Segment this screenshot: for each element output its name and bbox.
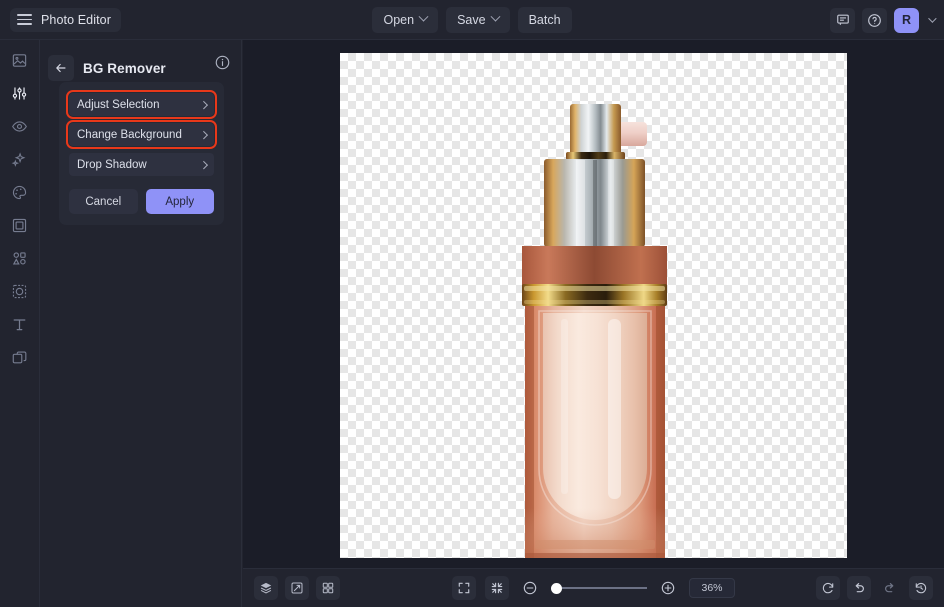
- sidebar-item-adjust[interactable]: [6, 81, 34, 105]
- back-button[interactable]: [48, 55, 74, 81]
- chevron-down-icon[interactable]: [419, 12, 429, 22]
- undo-button[interactable]: [847, 576, 871, 600]
- undo-icon: [852, 581, 866, 595]
- help-button[interactable]: [862, 8, 887, 33]
- zoom-in-button[interactable]: [656, 576, 680, 600]
- zoom-controls: 36%: [359, 576, 829, 600]
- hamburger-icon[interactable]: [17, 14, 32, 25]
- question-circle-icon: [867, 13, 882, 28]
- save-button[interactable]: Save: [446, 7, 510, 33]
- account-tools: R: [830, 0, 934, 40]
- history-icon: [914, 581, 928, 595]
- sidebar-item-image[interactable]: [6, 48, 34, 72]
- arrow-left-icon: [54, 61, 68, 75]
- menu-item-label: Adjust Selection: [77, 99, 159, 111]
- canvas-workspace[interactable]: [243, 40, 944, 568]
- photo-editor-app: Photo Editor Open Save Batch: [0, 0, 944, 607]
- app-menu-button[interactable]: Photo Editor: [10, 8, 121, 32]
- artboard[interactable]: [340, 53, 847, 558]
- chevron-down-icon[interactable]: [490, 12, 500, 22]
- zoom-in-icon: [660, 580, 676, 596]
- frame-icon: [11, 217, 28, 234]
- view-tools: [254, 576, 340, 600]
- cancel-button[interactable]: Cancel: [69, 189, 138, 214]
- eye-icon: [11, 118, 28, 135]
- cosmetic-bottle-illustration: [340, 53, 847, 558]
- text-icon: [11, 316, 28, 333]
- fullscreen-button[interactable]: [452, 576, 476, 600]
- panel-actions: Cancel Apply: [69, 189, 214, 214]
- zoom-slider-handle[interactable]: [551, 583, 562, 594]
- redo-icon: [883, 581, 897, 595]
- sidebar-item-layers[interactable]: [6, 345, 34, 369]
- grid-icon: [321, 581, 335, 595]
- layers-icon: [11, 349, 28, 366]
- image-icon: [11, 52, 28, 69]
- info-button[interactable]: [214, 54, 231, 76]
- product-image[interactable]: [340, 53, 847, 558]
- bg-remover-panel: BG Remover Adjust Selection Change Backg…: [40, 40, 242, 607]
- open-label: Open: [383, 13, 414, 27]
- feedback-button[interactable]: [830, 8, 855, 33]
- batch-label: Batch: [529, 13, 561, 27]
- chevron-right-icon: [199, 101, 207, 109]
- sidebar-item-ai-tools[interactable]: [6, 147, 34, 171]
- sidebar-item-cutout[interactable]: [6, 279, 34, 303]
- open-button[interactable]: Open: [372, 7, 438, 33]
- menu-item-adjust-selection[interactable]: Adjust Selection: [69, 93, 214, 116]
- batch-button[interactable]: Batch: [518, 7, 572, 33]
- history-controls: [816, 576, 933, 600]
- fit-screen-button[interactable]: [485, 576, 509, 600]
- zoom-level-value[interactable]: 36%: [689, 578, 735, 598]
- page-title: BG Remover: [83, 61, 166, 76]
- save-label: Save: [457, 13, 486, 27]
- menu-item-change-background[interactable]: Change Background: [69, 123, 214, 146]
- sparkles-icon: [11, 151, 28, 168]
- bg-remover-options-card: Adjust Selection Change Background Drop …: [59, 82, 224, 225]
- palette-icon: [11, 184, 28, 201]
- history-button[interactable]: [909, 576, 933, 600]
- transform-icon: [290, 581, 304, 595]
- sidebar-item-crop[interactable]: [6, 213, 34, 237]
- sidebar-item-shapes[interactable]: [6, 246, 34, 270]
- chevron-right-icon: [199, 131, 207, 139]
- tool-rail: [0, 40, 40, 607]
- menu-item-label: Change Background: [77, 129, 182, 141]
- redo-button[interactable]: [878, 576, 902, 600]
- grid-button[interactable]: [316, 576, 340, 600]
- account-chevron-down-icon[interactable]: [928, 14, 936, 22]
- apply-button[interactable]: Apply: [146, 189, 215, 214]
- zoom-out-button[interactable]: [518, 576, 542, 600]
- zoom-out-icon: [522, 580, 538, 596]
- zoom-slider[interactable]: [551, 583, 647, 594]
- file-tools: Open Save Batch: [312, 7, 632, 33]
- transform-button[interactable]: [285, 576, 309, 600]
- sliders-icon: [11, 85, 28, 102]
- chat-icon: [836, 13, 850, 27]
- top-bar: Photo Editor Open Save Batch: [0, 0, 944, 40]
- shapes-icon: [11, 250, 28, 267]
- reset-icon: [821, 581, 835, 595]
- layers-stack-icon: [259, 581, 273, 595]
- mask-icon: [11, 283, 28, 300]
- panel-header: BG Remover: [48, 50, 233, 86]
- sidebar-item-text[interactable]: [6, 312, 34, 336]
- fullscreen-icon: [457, 581, 471, 595]
- fit-screen-icon: [490, 581, 504, 595]
- info-icon: [214, 54, 231, 71]
- app-title: Photo Editor: [41, 13, 111, 27]
- reset-button[interactable]: [816, 576, 840, 600]
- layers-panel-button[interactable]: [254, 576, 278, 600]
- zoom-slider-track[interactable]: [562, 587, 647, 589]
- chevron-right-icon: [199, 161, 207, 169]
- sidebar-item-retouch[interactable]: [6, 114, 34, 138]
- bottom-toolbar: 36%: [243, 568, 944, 607]
- menu-item-drop-shadow[interactable]: Drop Shadow: [69, 153, 214, 176]
- menu-item-label: Drop Shadow: [77, 159, 147, 171]
- avatar[interactable]: R: [894, 8, 919, 33]
- sidebar-item-effects[interactable]: [6, 180, 34, 204]
